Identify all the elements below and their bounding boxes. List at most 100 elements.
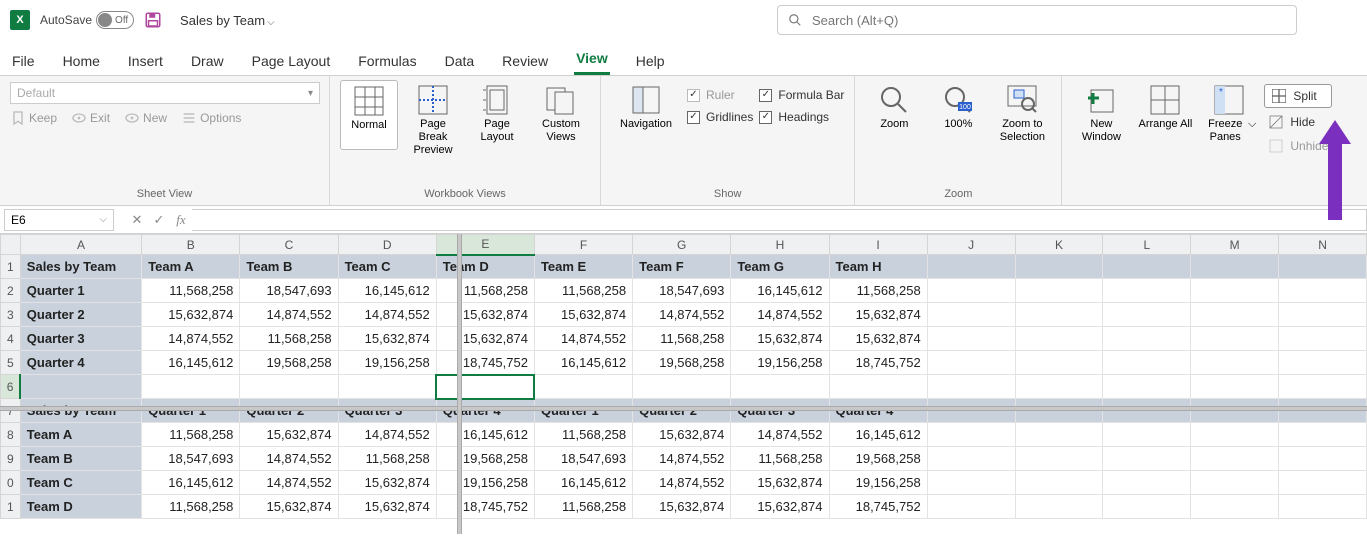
col-header[interactable]: C [240, 235, 338, 255]
cell[interactable]: 15,632,874 [240, 423, 338, 447]
col-header[interactable]: B [142, 235, 240, 255]
cell[interactable]: Team E [534, 255, 632, 279]
split-button[interactable]: Split [1264, 84, 1332, 108]
cell[interactable]: 16,145,612 [829, 423, 927, 447]
cell[interactable] [927, 255, 1015, 279]
row-header[interactable]: 2 [1, 279, 21, 303]
cell[interactable]: Team G [731, 255, 829, 279]
tab-file[interactable]: File [10, 47, 37, 75]
normal-view-button[interactable]: Normal [340, 80, 398, 150]
cell[interactable]: Team A [20, 423, 141, 447]
cell[interactable]: 11,568,258 [731, 447, 829, 471]
cell[interactable]: 14,874,552 [338, 423, 436, 447]
cell[interactable]: 18,547,693 [633, 279, 731, 303]
cell[interactable] [1279, 495, 1367, 519]
cell[interactable] [927, 303, 1015, 327]
tab-formulas[interactable]: Formulas [356, 47, 418, 75]
col-header[interactable]: N [1279, 235, 1367, 255]
cell[interactable]: 15,632,874 [338, 495, 436, 519]
cell[interactable]: 14,874,552 [633, 471, 731, 495]
cell[interactable]: 16,145,612 [142, 351, 240, 375]
cell[interactable]: 15,632,874 [436, 327, 534, 351]
cell[interactable]: 11,568,258 [534, 423, 632, 447]
cell[interactable] [1191, 279, 1279, 303]
cell[interactable]: 16,145,612 [534, 351, 632, 375]
cell[interactable]: 15,632,874 [633, 423, 731, 447]
tab-review[interactable]: Review [500, 47, 550, 75]
row-header[interactable]: 8 [1, 423, 21, 447]
cell[interactable] [1015, 255, 1103, 279]
search-input[interactable] [812, 13, 1286, 28]
cell[interactable] [829, 375, 927, 399]
cell[interactable] [1191, 471, 1279, 495]
cell[interactable] [1191, 495, 1279, 519]
tab-page-layout[interactable]: Page Layout [250, 47, 333, 75]
col-header[interactable]: D [338, 235, 436, 255]
cell[interactable]: Team H [829, 255, 927, 279]
page-break-button[interactable]: Page Break Preview [404, 80, 462, 162]
cell[interactable] [1191, 351, 1279, 375]
cell[interactable]: Team A [142, 255, 240, 279]
cell[interactable] [1191, 303, 1279, 327]
cell[interactable] [731, 375, 829, 399]
col-header[interactable]: H [731, 235, 829, 255]
autosave[interactable]: AutoSave Off [40, 11, 134, 29]
cell[interactable]: 19,156,258 [338, 351, 436, 375]
page-layout-button[interactable]: Page Layout [468, 80, 526, 148]
cell[interactable]: 15,632,874 [338, 327, 436, 351]
cell[interactable] [1279, 279, 1367, 303]
formula-bar-checkbox[interactable]: Formula Bar [759, 88, 844, 102]
formula-input[interactable] [192, 209, 1367, 231]
cell[interactable]: Quarter 1 [20, 279, 141, 303]
save-icon[interactable] [144, 11, 162, 29]
cell[interactable] [1103, 303, 1191, 327]
row-header[interactable]: 1 [1, 495, 21, 519]
cell[interactable] [1279, 375, 1367, 399]
cell[interactable]: 18,547,693 [534, 447, 632, 471]
cell[interactable]: 18,745,752 [829, 351, 927, 375]
cell[interactable]: 15,632,874 [240, 495, 338, 519]
col-header[interactable]: I [829, 235, 927, 255]
cell[interactable] [1279, 423, 1367, 447]
cell[interactable]: 19,568,258 [436, 447, 534, 471]
col-header[interactable]: L [1103, 235, 1191, 255]
cell[interactable] [1279, 327, 1367, 351]
cell[interactable]: 15,632,874 [633, 495, 731, 519]
cell[interactable]: 19,568,258 [829, 447, 927, 471]
cell[interactable]: 14,874,552 [240, 303, 338, 327]
cell[interactable]: 14,874,552 [633, 303, 731, 327]
row-header[interactable]: 6 [1, 375, 21, 399]
row-header[interactable]: 4 [1, 327, 21, 351]
tab-data[interactable]: Data [443, 47, 477, 75]
cell[interactable]: Team D [20, 495, 141, 519]
cell[interactable] [1191, 375, 1279, 399]
cell[interactable]: 14,874,552 [338, 303, 436, 327]
cell[interactable] [240, 375, 338, 399]
col-header[interactable]: E [436, 235, 534, 255]
cell[interactable] [1015, 447, 1103, 471]
autosave-toggle[interactable]: Off [96, 11, 134, 29]
new-window-button[interactable]: New Window [1072, 80, 1130, 148]
horizontal-split-bar[interactable] [0, 406, 1367, 411]
cell[interactable]: 15,632,874 [829, 303, 927, 327]
tab-view[interactable]: View [574, 44, 610, 75]
custom-views-button[interactable]: Custom Views [532, 80, 590, 148]
cell[interactable]: Team C [20, 471, 141, 495]
cell[interactable]: 19,156,258 [731, 351, 829, 375]
cell[interactable] [1279, 351, 1367, 375]
cell[interactable] [1015, 423, 1103, 447]
cell[interactable]: 11,568,258 [142, 279, 240, 303]
cell[interactable]: 11,568,258 [142, 495, 240, 519]
arrange-all-button[interactable]: Arrange All [1136, 80, 1194, 148]
cell[interactable] [1279, 303, 1367, 327]
tab-draw[interactable]: Draw [189, 47, 226, 75]
cell[interactable]: Team B [20, 447, 141, 471]
cell[interactable]: 11,568,258 [142, 423, 240, 447]
tab-insert[interactable]: Insert [126, 47, 165, 75]
cell[interactable] [20, 375, 141, 399]
cell[interactable] [927, 327, 1015, 351]
cell[interactable]: 11,568,258 [534, 495, 632, 519]
cell[interactable]: Quarter 3 [20, 327, 141, 351]
cell[interactable] [534, 375, 632, 399]
navigation-button[interactable]: Navigation [611, 80, 681, 148]
